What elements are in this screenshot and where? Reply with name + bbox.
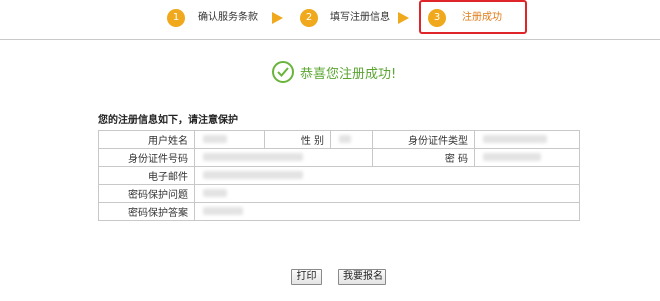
username-value (194, 130, 265, 149)
security-answer-value (194, 202, 580, 221)
step-1-label: 确认服务条款 (198, 12, 258, 23)
table-row: 电子邮件 (98, 166, 580, 185)
email-label: 电子邮件 (98, 166, 195, 185)
apply-button[interactable]: 我要报名 (338, 269, 386, 285)
username-label: 用户姓名 (98, 130, 195, 149)
email-value (194, 166, 580, 185)
step-3-number: 3 (428, 9, 446, 27)
id-type-value (474, 130, 580, 149)
step-arrow-icon (398, 12, 409, 24)
id-number-value (194, 148, 373, 167)
password-value (474, 148, 580, 167)
step-1-number: 1 (167, 9, 185, 27)
step-2-number: 2 (300, 9, 318, 27)
security-question-value (194, 184, 580, 203)
security-answer-label: 密码保护答案 (98, 202, 195, 221)
table-row: 身份证件号码 密 码 (98, 148, 580, 167)
success-text: 恭喜您注册成功! (300, 67, 397, 82)
password-label: 密 码 (372, 148, 475, 167)
gender-value (330, 130, 373, 149)
step-arrow-icon (272, 12, 283, 24)
check-circle-icon (272, 61, 294, 83)
registration-info-table: 用户姓名 性 别 身份证件类型 身份证件号码 密 码 电子邮件 密码保护问题 密… (98, 130, 580, 221)
id-type-label: 身份证件类型 (372, 130, 475, 149)
table-row: 密码保护答案 (98, 202, 580, 221)
table-row: 用户姓名 性 别 身份证件类型 (98, 130, 580, 149)
print-button[interactable]: 打印 (291, 269, 322, 285)
header-divider (0, 39, 660, 40)
step-2-label: 填写注册信息 (330, 12, 390, 23)
table-row: 密码保护问题 (98, 184, 580, 203)
step-bar: 1 确认服务条款 2 填写注册信息 3 注册成功 (0, 0, 660, 40)
step-3-label: 注册成功 (462, 12, 502, 23)
id-number-label: 身份证件号码 (98, 148, 195, 167)
gender-label: 性 别 (264, 130, 331, 149)
info-title: 您的注册信息如下，请注意保护 (98, 115, 238, 126)
security-question-label: 密码保护问题 (98, 184, 195, 203)
